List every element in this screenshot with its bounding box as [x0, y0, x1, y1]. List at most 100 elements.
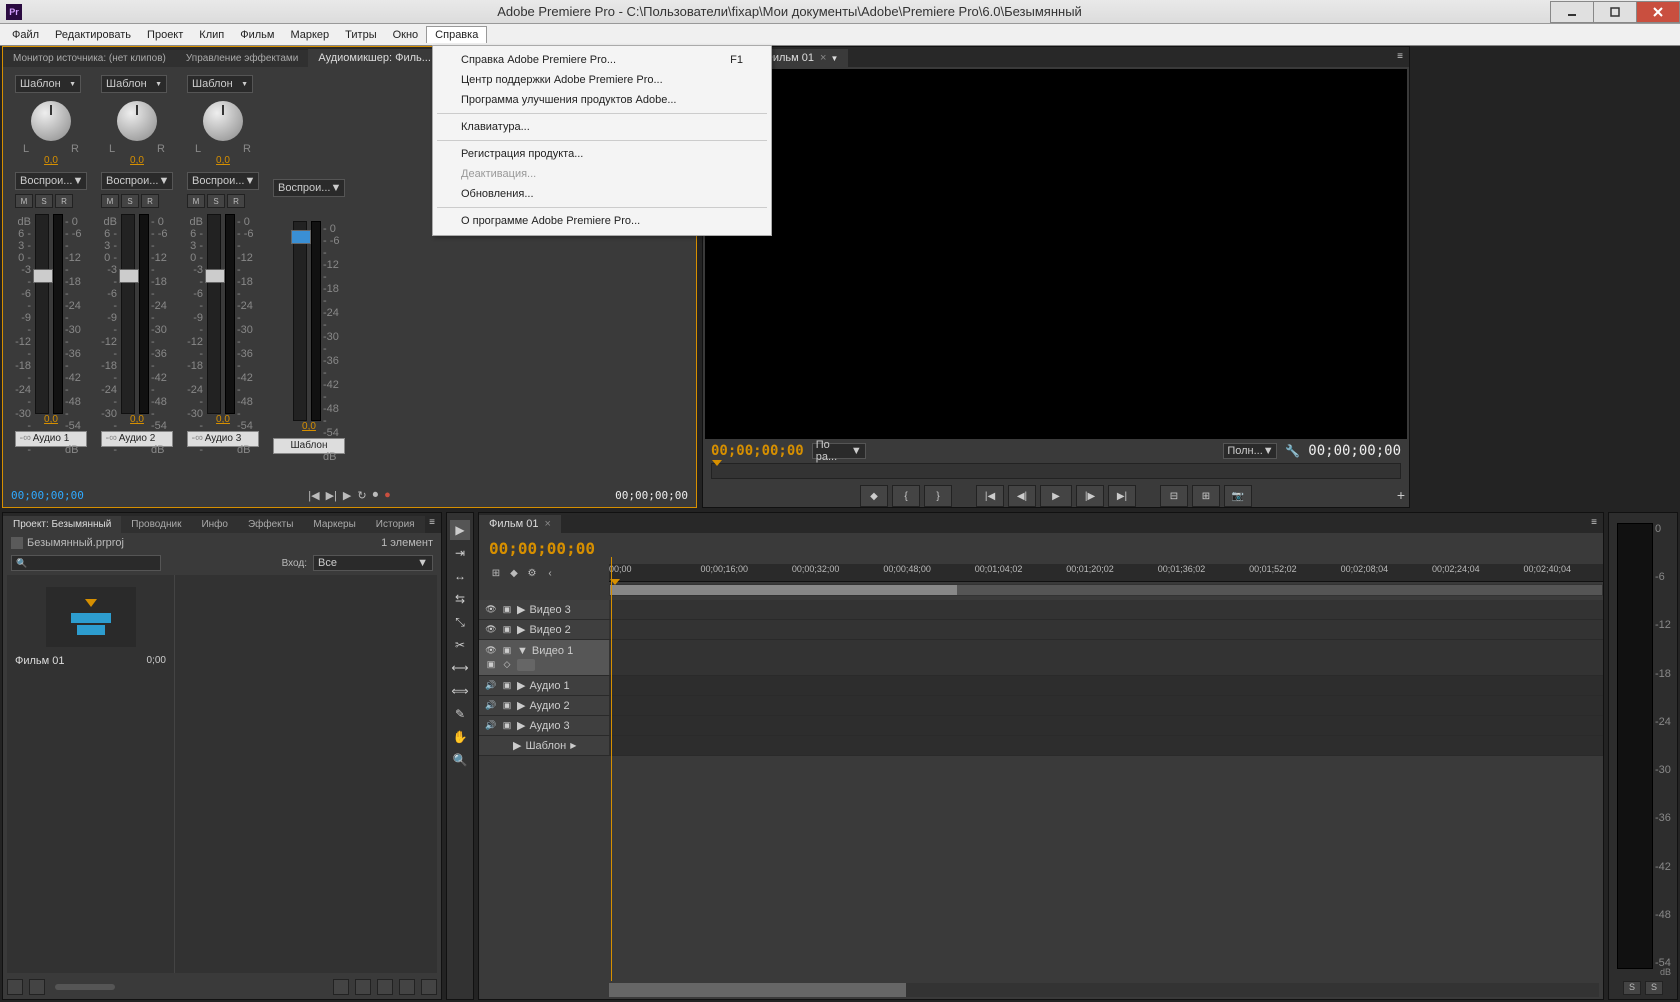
tab-markers[interactable]: Маркеры [303, 516, 365, 533]
program-scrubber[interactable] [711, 463, 1401, 479]
solo-button[interactable]: S [121, 194, 139, 208]
tab-project[interactable]: Проект: Безымянный [3, 516, 121, 533]
volume-fader[interactable] [207, 214, 221, 414]
zoom-fit-dropdown[interactable]: По ра...▼ [812, 443, 866, 459]
automation-dropdown[interactable]: Воспрои...▼ [273, 179, 345, 197]
tab-source-monitor[interactable]: Монитор источника: (нет клипов) [3, 50, 176, 67]
tab-effects[interactable]: Эффекты [238, 516, 303, 533]
razor-tool-icon[interactable]: ✂ [450, 635, 470, 655]
help-updates[interactable]: Обновления... [433, 184, 771, 204]
settings-icon[interactable]: ⚙ [525, 566, 539, 580]
extract-button[interactable]: ⊞ [1192, 485, 1220, 507]
track-a1[interactable] [609, 676, 1603, 695]
panel-menu-icon[interactable] [425, 515, 439, 529]
help-keyboard[interactable]: Клавиатура... [433, 117, 771, 137]
solo-right-button[interactable]: S [1645, 981, 1663, 995]
project-bin[interactable]: Фильм 01 0;00 [7, 575, 437, 973]
hand-tool-icon[interactable]: ✋ [450, 727, 470, 747]
eye-icon[interactable]: 👁 [485, 645, 497, 657]
track-v2[interactable] [609, 620, 1603, 639]
selection-tool-icon[interactable]: ▶ [450, 520, 470, 540]
filter-dropdown[interactable]: Все▼ [313, 555, 433, 571]
output-dropdown[interactable]: Шаблон▼ [101, 75, 167, 93]
track-v3[interactable] [609, 600, 1603, 619]
go-to-in-icon[interactable]: |◀ [308, 489, 319, 502]
timeline-scrollbar[interactable] [609, 983, 1599, 997]
tab-sequence[interactable]: Фильм 01× [479, 515, 561, 533]
mute-button[interactable]: M [15, 194, 33, 208]
track-header-v2[interactable]: 👁▣▶Видео 2 [479, 620, 609, 639]
eye-icon[interactable]: 👁 [485, 624, 497, 636]
lift-button[interactable]: ⊟ [1160, 485, 1188, 507]
timeline-ruler[interactable]: 00;0000;00;16;0000;00;32;0000;00;48;0000… [609, 564, 1603, 582]
tab-media-browser[interactable]: Проводник [121, 516, 191, 533]
track-select-tool-icon[interactable]: ⇥ [450, 543, 470, 563]
ripple-edit-tool-icon[interactable]: ↔ [450, 566, 470, 586]
mixer-timecode-left[interactable]: 00;00;00;00 [11, 489, 84, 502]
quality-dropdown[interactable]: Полн...▼ [1223, 443, 1277, 459]
rolling-edit-tool-icon[interactable]: ⇆ [450, 589, 470, 609]
loop-icon[interactable]: ↻ [357, 489, 366, 502]
track-header-master[interactable]: ▶Шаблон▶ [479, 736, 609, 755]
speaker-icon[interactable]: 🔊 [485, 680, 497, 692]
chevron-icon[interactable]: ‹ [543, 566, 557, 580]
automation-dropdown[interactable]: Воспрои...▼ [101, 172, 173, 190]
record-icon[interactable]: ⏺ [373, 489, 379, 502]
record-button[interactable]: R [227, 194, 245, 208]
volume-fader[interactable] [293, 221, 307, 421]
tab-info[interactable]: Инфо [191, 516, 238, 533]
delete-button[interactable] [421, 979, 437, 995]
pan-value[interactable]: 0,0 [187, 155, 259, 166]
pan-value[interactable]: 0,0 [15, 155, 87, 166]
maximize-button[interactable] [1593, 1, 1637, 23]
find-button[interactable] [355, 979, 371, 995]
step-back-button[interactable]: ◀| [1008, 485, 1036, 507]
automation-dropdown[interactable]: Воспрои...▼ [187, 172, 259, 190]
menu-marker[interactable]: Маркер [282, 27, 337, 43]
play-icon[interactable]: ▶ [343, 489, 351, 502]
menu-title[interactable]: Титры [337, 27, 384, 43]
program-viewport[interactable] [705, 69, 1407, 439]
pan-value[interactable]: 0,0 [101, 155, 173, 166]
timeline-timecode[interactable]: 00;00;00;00 [489, 539, 1593, 558]
mark-out-button[interactable]: } [924, 485, 952, 507]
menu-edit[interactable]: Редактировать [47, 27, 139, 43]
bin-item[interactable]: Фильм 01 0;00 [7, 575, 175, 973]
menu-file[interactable]: Файл [4, 27, 47, 43]
speaker-icon[interactable]: 🔊 [485, 720, 497, 732]
menu-help[interactable]: Справка [426, 26, 487, 43]
pan-knob[interactable] [203, 101, 243, 141]
go-to-out-button[interactable]: ▶| [1108, 485, 1136, 507]
help-about[interactable]: О программе Adobe Premiere Pro... [433, 211, 771, 231]
help-registration[interactable]: Регистрация продукта... [433, 144, 771, 164]
slip-tool-icon[interactable]: ⟷ [450, 658, 470, 678]
track-header-a1[interactable]: 🔊▣▶Аудио 1 [479, 676, 609, 695]
solo-button[interactable]: S [35, 194, 53, 208]
record-button[interactable]: R [141, 194, 159, 208]
panel-menu-icon[interactable] [1393, 49, 1407, 63]
output-dropdown[interactable]: Шаблон▼ [187, 75, 253, 93]
menu-project[interactable]: Проект [139, 27, 191, 43]
pan-knob[interactable] [117, 101, 157, 141]
zoom-slider[interactable] [55, 984, 115, 990]
tab-history[interactable]: История [366, 516, 425, 533]
track-header-v1[interactable]: 👁▣▼Видео 1▣◇ [479, 640, 609, 675]
panel-menu-icon[interactable] [1587, 515, 1601, 529]
track-v1[interactable] [609, 640, 1603, 675]
play-button[interactable]: ▶ [1040, 485, 1072, 507]
tab-effect-controls[interactable]: Управление эффектами [176, 50, 308, 67]
playhead[interactable] [611, 557, 612, 981]
menu-window[interactable]: Окно [385, 27, 427, 43]
program-timecode-left[interactable]: 00;00;00;00 [711, 443, 804, 459]
menu-clip[interactable]: Клип [191, 27, 232, 43]
help-support-center[interactable]: Центр поддержки Adobe Premiere Pro... [433, 70, 771, 90]
track-a2[interactable] [609, 696, 1603, 715]
automation-dropdown[interactable]: Воспрои...▼ [15, 172, 87, 190]
add-marker-button[interactable]: ◆ [860, 485, 888, 507]
slide-tool-icon[interactable]: ⟺ [450, 681, 470, 701]
zoom-tool-icon[interactable]: 🔍 [450, 750, 470, 770]
mute-button[interactable]: M [187, 194, 205, 208]
close-button[interactable] [1636, 1, 1680, 23]
mute-button[interactable]: M [101, 194, 119, 208]
minimize-button[interactable] [1550, 1, 1594, 23]
